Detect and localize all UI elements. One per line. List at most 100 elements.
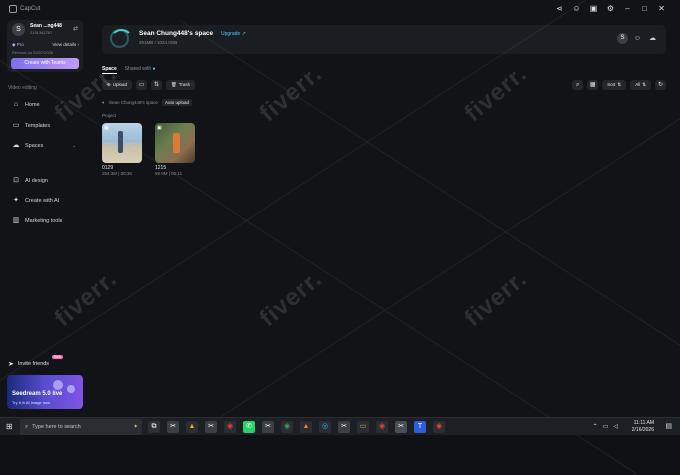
- renewal-date: Renews on 02/07/2026: [12, 50, 54, 55]
- sidebar-item-label: Spaces: [25, 143, 44, 149]
- spaces-icon: ☁: [12, 142, 20, 149]
- sidebar-item-marketing-tools[interactable]: ▥ Marketing tools: [12, 217, 63, 225]
- new-folder-button[interactable]: ▭: [136, 80, 148, 90]
- profile-card: S Sean ...ng448 2191342767 ⇄ ◆ Pro View …: [7, 20, 83, 72]
- project-section-label: Project: [102, 113, 117, 118]
- sidebar-item-spaces[interactable]: ☁ Spaces: [12, 142, 44, 150]
- taskbar-apps: ⧉ ✂ ▲ ✂ ◉ ✆ ✂ ◉ ▲ ◎ ✂ ▭ ◉ ✂ T ◉: [148, 421, 445, 433]
- sidebar-item-label: Marketing tools: [25, 218, 63, 224]
- watermark: fiverr.: [459, 60, 533, 128]
- settings-icon[interactable]: ⚙: [606, 4, 615, 13]
- capcut-app-icon[interactable]: ✂: [262, 421, 274, 433]
- vlc-icon[interactable]: ▲: [300, 421, 312, 433]
- clock-time: 11:11 AM: [633, 420, 654, 426]
- avatar[interactable]: S: [12, 23, 25, 36]
- maximize-icon[interactable]: □: [640, 4, 649, 13]
- sidebar-item-create-with-ai[interactable]: ✦ Create with AI: [12, 197, 59, 205]
- refresh-icon: ↻: [657, 82, 664, 88]
- watermark-line: [0, 60, 638, 475]
- share-icon[interactable]: ⋖: [555, 4, 564, 13]
- auto-upload-button[interactable]: Auto upload: [161, 99, 192, 106]
- project-card-0129[interactable]: ▣: [102, 123, 142, 163]
- search-icon: ⌕: [25, 423, 29, 430]
- upload-icon: ⊕: [107, 82, 111, 87]
- t-app-icon[interactable]: T: [414, 421, 426, 433]
- taskbar-clock[interactable]: 11:11 AM 2/16/2026: [632, 420, 654, 434]
- sort-button[interactable]: Sort ⇅: [602, 80, 627, 90]
- whatsapp-icon[interactable]: ✆: [243, 421, 255, 433]
- tab-shared-label: Shared with: [124, 66, 152, 72]
- plan-label: Pro: [16, 42, 24, 47]
- sparkle-icon: ✦: [133, 424, 138, 430]
- add-member-icon[interactable]: ☺: [632, 33, 643, 44]
- upgrade-link[interactable]: Upgrade ↗: [221, 31, 246, 37]
- watermark-line: [0, 0, 638, 381]
- breadcrumb-space[interactable]: Sean Chung448's space: [109, 100, 158, 105]
- seedream-promo-banner[interactable]: Seedream 5.0 live Try it in AI image now: [7, 375, 83, 409]
- edge-icon[interactable]: ◎: [319, 421, 331, 433]
- close-icon[interactable]: ✕: [657, 4, 666, 13]
- member-avatar[interactable]: S: [617, 33, 628, 44]
- chrome-icon[interactable]: ◉: [281, 421, 293, 433]
- task-view-icon[interactable]: ⧉: [148, 421, 160, 433]
- chrome-icon[interactable]: ◉: [376, 421, 388, 433]
- promo-sphere-icon: [67, 385, 75, 393]
- upgrade-label: Upgrade: [221, 31, 241, 37]
- filter-icon: ⇅: [642, 82, 646, 87]
- chevron-down-icon[interactable]: ⌄: [72, 143, 76, 149]
- upload-button[interactable]: ⊕ Upload: [102, 80, 133, 90]
- space-toolbar: ⊕ Upload ▭ ⇅ 🗑 Trash: [102, 80, 196, 90]
- notification-icon[interactable]: ▤: [665, 422, 672, 430]
- filter-button[interactable]: All ⇅: [630, 80, 651, 90]
- search-placeholder: Type here to search: [32, 424, 81, 430]
- project-card-1215[interactable]: ▣: [155, 123, 195, 163]
- capcut-app-icon[interactable]: ✂: [395, 421, 407, 433]
- storage-usage: 251MB / 1024.0GB: [139, 40, 178, 45]
- sidebar-item-templates[interactable]: ▭ Templates: [12, 122, 50, 130]
- cloud-icon[interactable]: ☁: [647, 33, 658, 44]
- trash-label: Trash: [178, 82, 191, 87]
- network-icon[interactable]: ▭: [603, 423, 609, 430]
- grid-view-button[interactable]: ▦: [587, 80, 599, 90]
- sidebar-item-ai-design[interactable]: ⊡ AI design: [12, 177, 48, 185]
- capcut-logo-icon: [9, 5, 17, 13]
- chevron-up-icon[interactable]: ⌃: [593, 423, 598, 430]
- sidebar-item-home[interactable]: ⌂ Home: [12, 101, 40, 109]
- view-details-label: View details: [52, 42, 77, 47]
- minimize-icon[interactable]: –: [623, 4, 632, 13]
- taskbar-search-input[interactable]: ⌕ Type here to search ✦: [20, 419, 142, 435]
- transfer-button[interactable]: ⇅: [151, 80, 163, 90]
- capcut-app-icon[interactable]: ✂: [338, 421, 350, 433]
- promo-sphere-icon: [53, 380, 63, 390]
- search-icon: ⌕: [575, 82, 580, 88]
- capcut-app-icon[interactable]: ✂: [205, 421, 217, 433]
- capcut-app-icon[interactable]: ✂: [167, 421, 179, 433]
- drive-icon[interactable]: ▲: [186, 421, 198, 433]
- send-icon: ➤: [8, 360, 14, 368]
- tab-shared-with[interactable]: Shared with ●: [125, 66, 156, 74]
- view-details-link[interactable]: View details ›: [52, 42, 79, 47]
- search-button[interactable]: ⌕: [572, 80, 584, 90]
- volume-icon[interactable]: ◁: [613, 423, 618, 430]
- create-ai-icon: ✦: [13, 197, 19, 204]
- folder-icon[interactable]: ▭: [357, 421, 369, 433]
- sidebar: S Sean ...ng448 2191342767 ⇄ ◆ Pro View …: [0, 18, 90, 417]
- trash-button[interactable]: 🗑 Trash: [166, 80, 196, 90]
- tab-space[interactable]: Space: [102, 66, 117, 74]
- sidebar-item-label: AI design: [25, 178, 48, 184]
- profile-id: 2191342767: [30, 30, 53, 35]
- space-tabs: Space Shared with ●: [102, 66, 156, 74]
- chrome-icon[interactable]: ◉: [433, 421, 445, 433]
- watermark: fiverr.: [254, 265, 328, 333]
- chrome-icon[interactable]: ◉: [224, 421, 236, 433]
- windows-start-icon[interactable]: ⊞: [6, 423, 14, 431]
- create-with-teams-button[interactable]: Create with Teams: [11, 58, 79, 69]
- switch-account-icon[interactable]: ⇄: [73, 25, 78, 32]
- refresh-button[interactable]: ↻: [655, 80, 666, 90]
- back-icon[interactable]: ◐: [102, 100, 105, 106]
- grid-icon: ▦: [589, 82, 596, 88]
- promo-title: Seedream 5.0 live: [12, 391, 63, 397]
- watermark-line: [199, 103, 680, 431]
- gift-icon[interactable]: ▣: [589, 4, 598, 13]
- space-header: Sean Chung448's space Upgrade ↗ 251MB / …: [102, 25, 666, 54]
